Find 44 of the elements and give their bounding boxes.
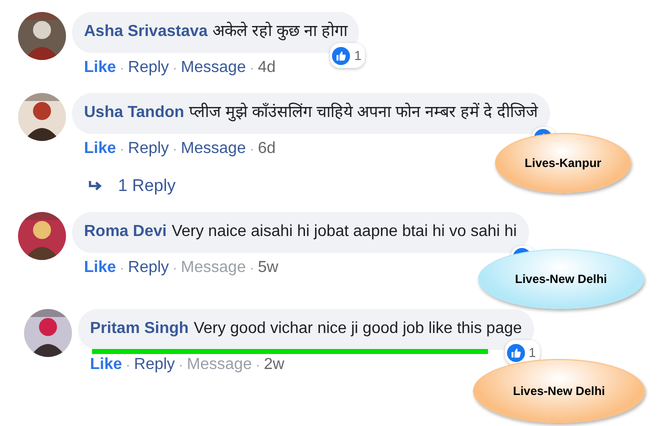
separator-dot: · xyxy=(250,142,254,156)
replies-count[interactable]: 1 Reply xyxy=(118,176,176,196)
comment-text: अकेले रहो कुछ ना होगा xyxy=(212,23,348,40)
comment-text: प्लीज मुझे काँउंसलिंग चाहिये अपना फोन नम्बर हमें दे दीजिजे xyxy=(189,104,538,121)
separator-dot: · xyxy=(256,358,260,372)
location-tooltip: Lives-New Delhi xyxy=(478,249,644,309)
timestamp: 2w xyxy=(264,356,284,374)
like-link[interactable]: Like xyxy=(84,59,116,77)
separator-dot: · xyxy=(172,61,177,75)
author-name[interactable]: Usha Tandon xyxy=(84,104,184,121)
location-tooltip: Lives-New Delhi xyxy=(473,359,645,423)
separator-dot: · xyxy=(250,261,254,275)
timestamp: 5w xyxy=(258,259,278,277)
reply-link[interactable]: Reply xyxy=(128,59,169,77)
comment-text: Very good vichar nice ji good job like this page xyxy=(194,320,522,337)
reaction-count: 1 xyxy=(528,344,536,362)
reply-arrow-icon xyxy=(88,180,104,192)
separator-dot: · xyxy=(172,142,177,156)
reaction-badge[interactable]: 1 xyxy=(504,340,540,365)
like-link[interactable]: Like xyxy=(84,259,116,277)
separator-dot: · xyxy=(250,61,254,75)
separator-dot: · xyxy=(172,261,177,275)
author-name[interactable]: Pritam Singh xyxy=(90,320,189,337)
like-link[interactable]: Like xyxy=(84,140,116,158)
view-replies-link[interactable]: 1 Reply xyxy=(88,176,176,196)
timestamp: 4d xyxy=(258,59,276,77)
author-name[interactable]: Roma Devi xyxy=(84,223,167,240)
timestamp: 6d xyxy=(258,140,276,158)
separator-dot: · xyxy=(120,61,124,75)
comment-text: Very naice aisahi hi jobat aapne btai hi vo sahi hi xyxy=(172,223,517,240)
separator-dot: · xyxy=(120,142,124,156)
message-link[interactable]: Message xyxy=(180,59,246,77)
reply-link[interactable]: Reply xyxy=(128,140,169,158)
reply-link[interactable]: Reply xyxy=(128,259,169,277)
author-name[interactable]: Asha Srivastava xyxy=(84,23,208,40)
separator-dot: · xyxy=(126,358,130,372)
reply-link[interactable]: Reply xyxy=(134,356,175,374)
reaction-count: 1 xyxy=(354,47,362,65)
like-link[interactable]: Like xyxy=(90,356,122,374)
reaction-badge[interactable]: 1 xyxy=(330,43,366,68)
location-tooltip: Lives-Kanpur xyxy=(495,133,631,193)
message-link[interactable]: Message xyxy=(180,140,246,158)
separator-dot: · xyxy=(120,261,124,275)
separator-dot: · xyxy=(178,358,183,372)
